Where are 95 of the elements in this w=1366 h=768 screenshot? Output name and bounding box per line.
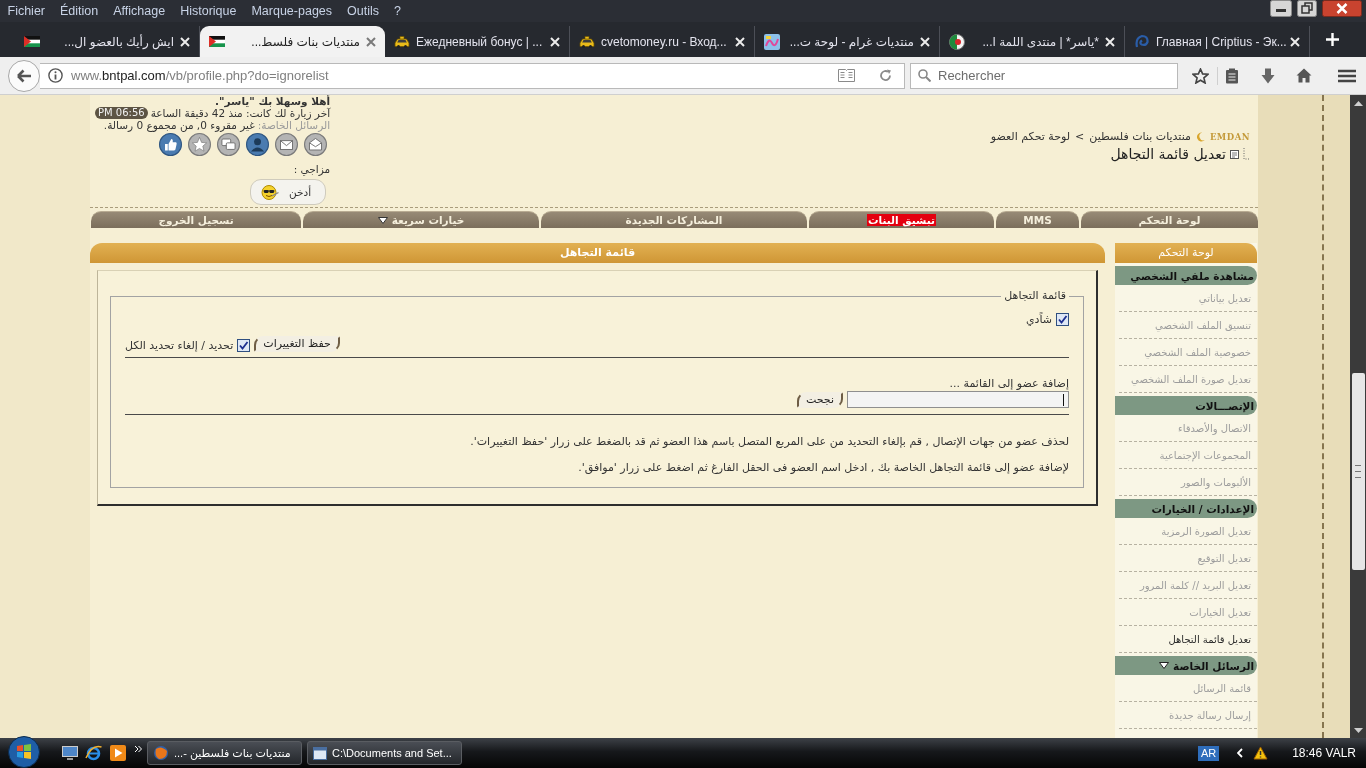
save-button[interactable]: حفظ التغييرات xyxy=(254,336,340,352)
site-logo: EMDAN xyxy=(1209,132,1250,142)
flag-icon xyxy=(24,36,40,47)
person-icon[interactable] xyxy=(246,133,270,156)
flag-icon xyxy=(209,36,225,47)
dotted-corner-icon xyxy=(1243,148,1250,160)
menu-item[interactable]: Marque-pages xyxy=(243,0,340,22)
language-indicator[interactable]: AR xyxy=(1197,745,1220,761)
sidebar-link[interactable]: تعديل قائمة التجاهل xyxy=(1119,626,1257,653)
sidebar-header: لوحة التحكم xyxy=(1115,243,1257,263)
back-arrow-icon xyxy=(16,68,32,83)
menu-item[interactable]: Fichier xyxy=(0,0,53,22)
taxi-icon xyxy=(579,35,595,48)
plus-icon[interactable] xyxy=(1326,33,1339,46)
play-icon[interactable] xyxy=(110,745,126,761)
last-visit-text: آخر زيارة لك كانت: منذ 42 دقيقة الساعة xyxy=(150,107,331,119)
smiley-icon xyxy=(261,184,279,200)
arrow-up-icon[interactable] xyxy=(1353,101,1363,106)
page-title: تعديل قائمة التجاهل xyxy=(1110,146,1226,162)
menu-item[interactable]: ? xyxy=(386,0,409,22)
open-envelope-icon[interactable] xyxy=(304,133,328,156)
browser-icon[interactable] xyxy=(85,745,102,761)
clipboard-list-icon[interactable] xyxy=(1225,67,1239,84)
greeting-text: أهلا وسهلا بك "ياسر". xyxy=(215,95,331,107)
back-button[interactable] xyxy=(8,59,40,92)
browser-tab[interactable]: منتديات بنات فلسط... xyxy=(200,26,385,57)
input-field[interactable] xyxy=(847,391,1069,408)
messages-label: الرسائل الخاصة: xyxy=(257,119,331,131)
taskbar-button[interactable]: منتديات بنات فلسطين -... xyxy=(147,741,302,765)
time-badge: PM 06:56 xyxy=(95,107,148,119)
menu-item[interactable]: Historique xyxy=(172,0,244,22)
breadcrumb-separator: > xyxy=(1075,131,1085,143)
nav-tab[interactable]: MMS xyxy=(996,211,1079,228)
add-member-label: إضافة عضو إلى القائمة ... xyxy=(948,378,1069,390)
group-title: قائمة التجاهل xyxy=(1003,290,1067,302)
arrow-down-icon[interactable] xyxy=(1353,728,1363,733)
taskbar-button[interactable]: C:\Documents and Set... xyxy=(307,741,462,765)
chat-bubbles-icon[interactable] xyxy=(217,133,241,156)
sidebar-section-header[interactable]: الإتصـــالات xyxy=(1115,396,1257,415)
window-icon xyxy=(313,746,327,760)
address-field[interactable]: www.bntpal.com/vb/profile.php?do=ignorelist xyxy=(40,62,905,89)
caret-icon xyxy=(377,216,388,224)
star-icon[interactable] xyxy=(1192,67,1209,84)
reload-icon[interactable] xyxy=(879,69,892,82)
nav-tab[interactable]: تبشيق البنات xyxy=(809,211,994,228)
checkbox[interactable] xyxy=(237,339,251,352)
submit-button[interactable]: نجحت xyxy=(796,391,843,408)
messages-count-text: غير مقروء 0, من مجموع 0 رسالة. xyxy=(103,119,255,131)
round-flag-icon xyxy=(949,33,965,50)
home-icon[interactable] xyxy=(1296,68,1312,83)
minimize-icon[interactable] xyxy=(1270,0,1292,17)
select-all-label: تحديد / إلغاء تحديد الكل xyxy=(125,340,234,352)
document-icon xyxy=(1230,149,1239,159)
caret-icon xyxy=(1159,662,1170,669)
image-icon xyxy=(764,33,780,50)
nav-tab[interactable]: المشاركات الجديدة xyxy=(541,211,807,228)
breadcrumb-link[interactable]: لوحة تحكم العضو xyxy=(990,131,1071,143)
mood-label: مزاجي : xyxy=(293,163,331,175)
thumbs-up-icon[interactable] xyxy=(159,133,183,156)
swirl-icon xyxy=(1134,33,1150,50)
download-icon[interactable] xyxy=(1261,67,1275,84)
nav-tab[interactable]: خيارات سريعة xyxy=(303,211,539,228)
menu-item[interactable]: Édition xyxy=(52,0,106,22)
taxi-icon xyxy=(394,35,410,48)
envelope-icon[interactable] xyxy=(275,133,299,156)
info-icon[interactable] xyxy=(48,68,63,83)
monitor-icon[interactable] xyxy=(62,746,78,760)
mood-text: أدخن xyxy=(289,186,312,198)
nav-tab[interactable]: تسجيل الخروج xyxy=(91,211,301,228)
crescent-icon xyxy=(1195,132,1205,142)
checkbox[interactable] xyxy=(1056,313,1069,326)
help-text: لحذف عضو من جهات الإتصال , قم بإلغاء التحديد من على المربع المتصل باسم هذا العضو ثم قد بالضغط على زرار 'حفظ التغييرات'. xyxy=(469,436,1069,448)
menu-item[interactable]: Outils xyxy=(339,0,387,22)
scrollbar-thumb[interactable] xyxy=(1351,373,1365,570)
menu-item[interactable]: Affichage xyxy=(105,0,173,22)
nav-tab[interactable]: لوحة التحكم xyxy=(1081,211,1258,228)
close-icon[interactable] xyxy=(1322,0,1362,17)
menu-icon[interactable] xyxy=(1338,68,1356,83)
help-text: لإضافة عضو إلى قائمة التجاهل الخاصة بك , ادخل اسم العضو فى الحقل الفارغ ثم اضغط على زرار 'موافق'. xyxy=(577,462,1069,474)
start-button[interactable] xyxy=(6,736,42,768)
member-name: شاًدي xyxy=(1025,313,1052,326)
reader-view-icon[interactable] xyxy=(838,69,855,82)
sidebar-section-header[interactable]: الرسائل الخاصة xyxy=(1115,656,1257,675)
maximize-icon[interactable] xyxy=(1297,0,1317,17)
browser-icon xyxy=(153,745,169,761)
sidebar-section-header[interactable]: مشاهدة ملفي الشخصي xyxy=(1115,266,1257,285)
search-icon xyxy=(918,69,931,82)
search-field[interactable]: Rechercher xyxy=(910,62,1178,89)
clock: 18:46 VALR xyxy=(1292,746,1356,760)
sidebar-section-header[interactable]: الإعدادات / الخيارات xyxy=(1115,499,1257,518)
warning-icon[interactable] xyxy=(1253,746,1269,760)
double-chevron-icon[interactable] xyxy=(134,745,142,753)
chevron-left-icon[interactable] xyxy=(1237,748,1244,758)
panel-header: قائمة التجاهل xyxy=(90,243,1105,263)
breadcrumb-link[interactable]: منتديات بنات فلسطين xyxy=(1089,131,1191,143)
